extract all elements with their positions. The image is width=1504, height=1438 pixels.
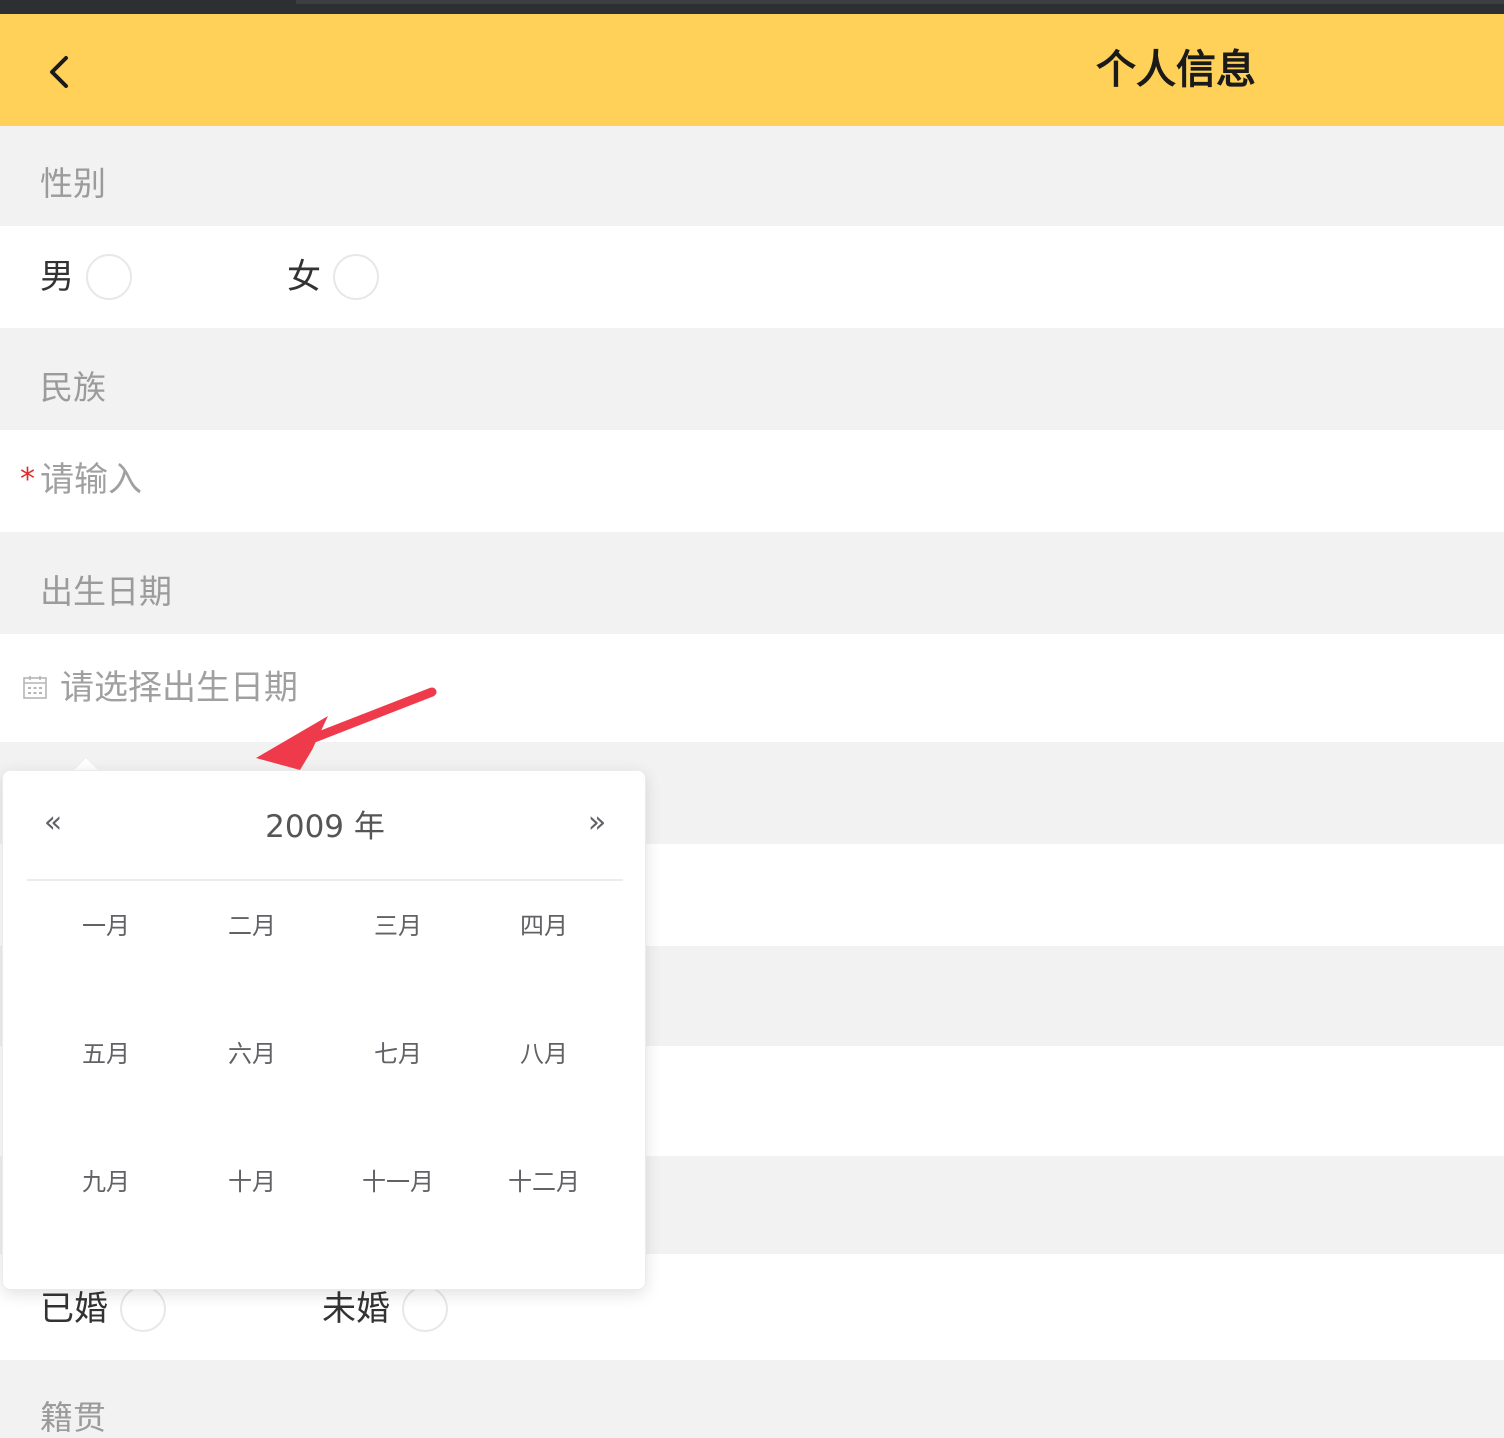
gender-option-female[interactable]: 女 [287, 253, 379, 301]
ethnicity-section-label: 民族 [40, 368, 106, 407]
ethnicity-input[interactable] [40, 454, 640, 506]
annotation-arrow-icon [256, 687, 437, 770]
chevron-left-icon [50, 56, 68, 88]
month-cell[interactable]: 五月 [33, 1037, 179, 1165]
gender-female-label: 女 [287, 257, 321, 297]
month-cell[interactable]: 九月 [33, 1165, 179, 1293]
month-cell[interactable]: 十一月 [325, 1165, 471, 1293]
gender-option-male[interactable]: 男 [40, 253, 132, 301]
calendar-icon [23, 676, 47, 699]
month-grid: 一月 二月 三月 四月 五月 六月 七月 八月 九月 十月 十一月 十二月 [33, 909, 617, 1293]
top-strip-inner [296, 0, 1504, 4]
month-cell[interactable]: 八月 [471, 1037, 617, 1165]
gender-section-label: 性别 [40, 164, 106, 203]
month-cell[interactable]: 四月 [471, 909, 617, 1037]
month-cell[interactable]: 三月 [325, 909, 471, 1037]
month-cell[interactable]: 十月 [179, 1165, 325, 1293]
picker-caret [74, 758, 98, 770]
month-cell[interactable]: 六月 [179, 1037, 325, 1165]
required-asterisk: * [20, 462, 35, 497]
month-cell[interactable]: 二月 [179, 909, 325, 1037]
top-strip [0, 0, 1504, 14]
next-year-button[interactable]: » [577, 805, 617, 841]
gender-female-radio[interactable] [333, 254, 379, 300]
gender-male-radio[interactable] [86, 254, 132, 300]
month-cell[interactable]: 七月 [325, 1037, 471, 1165]
native-place-section-label: 籍贯 [40, 1398, 106, 1437]
month-picker-popup: « 2009 年 » 一月 二月 三月 四月 五月 六月 七月 八月 九月 十月… [2, 770, 646, 1290]
birthdate-section-label: 出生日期 [40, 572, 172, 611]
month-cell[interactable]: 一月 [33, 909, 179, 1037]
header-bar: 个人信息 [0, 14, 1504, 126]
gender-row [0, 226, 1504, 328]
back-button[interactable] [36, 46, 84, 98]
month-cell[interactable]: 十二月 [471, 1165, 617, 1293]
picker-year-label[interactable]: 2009 年 [3, 807, 647, 847]
picker-divider [27, 879, 623, 881]
gender-male-label: 男 [40, 257, 74, 297]
page-title: 个人信息 [1096, 47, 1256, 93]
